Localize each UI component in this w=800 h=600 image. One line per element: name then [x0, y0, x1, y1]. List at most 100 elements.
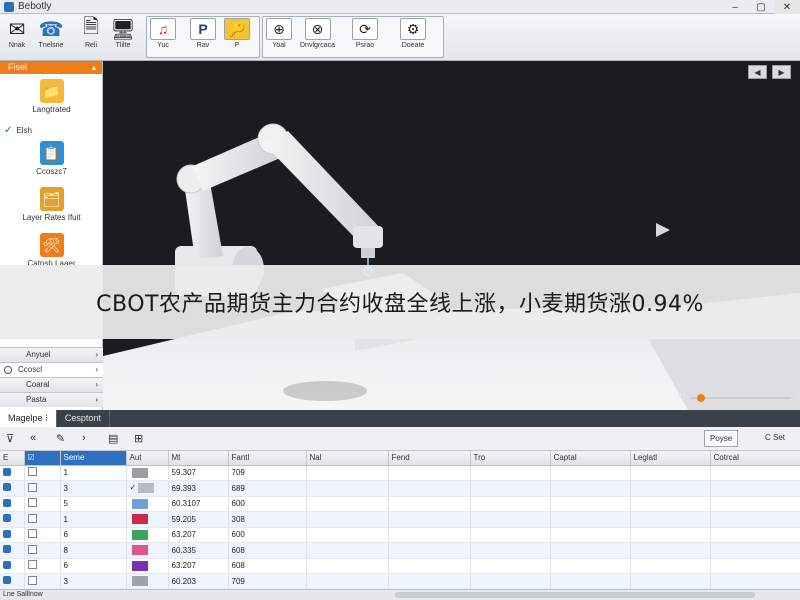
- table-row[interactable]: 3 ✓ 69.393 689: [0, 480, 800, 497]
- thumbnail-swatch: [131, 545, 148, 556]
- cell-id: 5: [60, 496, 127, 512]
- mail-icon: ✉: [8, 18, 26, 41]
- status-bar: Lne Salllnow: [0, 589, 800, 600]
- column-header[interactable]: Fend: [388, 451, 471, 466]
- status-text: Lne Salllnow: [3, 591, 43, 598]
- timeline-knob[interactable]: [697, 394, 705, 402]
- settings-icon: ⚙: [400, 18, 426, 40]
- row-checkbox[interactable]: [27, 467, 37, 477]
- app-logo-icon: [4, 1, 14, 12]
- toolbar-music-button[interactable]: ♫ Yuc: [150, 18, 176, 58]
- rewind-icon[interactable]: ⟲: [677, 392, 685, 403]
- toolbar-rotate-button[interactable]: ⟳ Psrao: [352, 18, 378, 58]
- column-header[interactable]: Nal: [306, 451, 389, 466]
- table-row[interactable]: 1 59.307 709: [0, 465, 800, 481]
- row-checkbox[interactable]: [27, 575, 37, 585]
- data-grid: E ☑ Seme Aut Mt Fantl Nal Fend Tro Capta…: [0, 451, 800, 589]
- pen-icon[interactable]: ✎: [56, 432, 65, 445]
- row-checkbox[interactable]: [27, 513, 37, 523]
- toolbar-settings-button[interactable]: ⚙ Doeate: [400, 18, 426, 58]
- row-checkbox[interactable]: [27, 560, 37, 570]
- table-row[interactable]: 8 60.335 608: [0, 542, 800, 559]
- row-checkbox[interactable]: [27, 482, 37, 492]
- accordion-anyuel[interactable]: Anyuel ›: [0, 347, 103, 362]
- tab-magelpe[interactable]: Magelpe ⁝: [0, 410, 57, 427]
- pin-icon: ⁝: [45, 413, 48, 423]
- column-header[interactable]: Tro: [470, 451, 551, 466]
- tab-cesptont[interactable]: Cesptont: [57, 410, 110, 427]
- set-button[interactable]: C Set: [760, 430, 790, 447]
- horizontal-scrollbar[interactable]: [395, 592, 755, 598]
- 3d-viewport[interactable]: ◀ ▶ ⟲ ›: [103, 61, 800, 410]
- chevron-right-icon: ›: [95, 365, 98, 374]
- column-header[interactable]: Captal: [550, 451, 631, 466]
- row-checkbox[interactable]: [27, 544, 37, 554]
- accordion-coaral[interactable]: Coaral ›: [0, 377, 103, 392]
- left-item-catnsh-laaer[interactable]: 🛠 Catnsh Laaer: [0, 233, 103, 268]
- list-icon[interactable]: ▤: [108, 432, 118, 445]
- column-header[interactable]: Cotrcal: [710, 451, 800, 466]
- accordion-pasta[interactable]: Pasta ›: [0, 392, 103, 407]
- toolbar-zoom-in-button[interactable]: ⊕ Yoal: [266, 18, 292, 58]
- pause-button[interactable]: Poyse: [704, 430, 739, 447]
- table-row[interactable]: 1 59.205 308: [0, 511, 800, 528]
- table-row[interactable]: 6 63.207 608: [0, 558, 800, 574]
- layers-icon: 🗂: [39, 187, 64, 211]
- column-header[interactable]: Mt: [168, 451, 229, 466]
- checked-item[interactable]: ✓ Elsh: [4, 125, 32, 136]
- wrench-icon: 🛠: [39, 233, 64, 257]
- row-type-icon: [3, 514, 11, 523]
- minimize-button[interactable]: –: [722, 0, 748, 14]
- cell-id: 6: [60, 558, 127, 574]
- toolbar-key-button[interactable]: 🔑 P: [224, 18, 250, 58]
- thumbnail-swatch: [131, 467, 148, 478]
- accordion-ccoscl[interactable]: Ccoscl ›: [0, 362, 103, 377]
- column-header[interactable]: ☑: [24, 451, 61, 466]
- column-header[interactable]: Seme: [60, 451, 127, 466]
- viewport-prev-button[interactable]: ◀: [748, 65, 767, 79]
- column-header[interactable]: Fantl: [228, 451, 307, 466]
- timeline-scrubber[interactable]: ⟲ ›: [675, 392, 800, 404]
- row-type-icon: [3, 498, 11, 507]
- forward-icon[interactable]: ›: [797, 392, 800, 403]
- toolbar-zoom-fit-button[interactable]: ⊗ Dnvlgrcaca: [300, 18, 335, 58]
- left-item-clipboard[interactable]: 📋 Ccoszc7: [0, 141, 103, 176]
- chevron-right-icon: ›: [95, 350, 98, 359]
- viewport-next-button[interactable]: ▶: [772, 65, 791, 79]
- row-type-icon: [3, 545, 11, 554]
- row-checkbox[interactable]: [27, 529, 37, 539]
- play-icon[interactable]: [656, 223, 670, 237]
- table-row[interactable]: 5 60.3107 600: [0, 496, 800, 512]
- filter-icon[interactable]: ⊽: [6, 432, 14, 445]
- robot-upper-arm: [263, 131, 383, 241]
- music-note-icon: ♫: [150, 18, 176, 40]
- clipboard-icon: 📋: [39, 141, 64, 165]
- back-icon[interactable]: «: [30, 432, 36, 444]
- table-row[interactable]: 3 60.203 709: [0, 573, 800, 589]
- chevron-up-icon: ▴: [91, 63, 96, 72]
- column-header[interactable]: Leglatl: [630, 451, 711, 466]
- maximize-button[interactable]: ▢: [748, 0, 774, 14]
- table-row[interactable]: 6 63.207 600: [0, 527, 800, 543]
- toolbar-pointer-button[interactable]: P Rav: [190, 18, 216, 58]
- panel-header[interactable]: Fisel ▴: [0, 61, 102, 74]
- forward-icon[interactable]: ›: [82, 432, 86, 444]
- grid-icon[interactable]: ⊞: [134, 432, 143, 445]
- left-item-langtrated[interactable]: 📁 Langtrated: [0, 79, 103, 114]
- toolbar-mail-button[interactable]: ✉ Nnak: [4, 18, 30, 58]
- left-item-layer-rates[interactable]: 🗂 Layer Rates Ifuit: [0, 187, 103, 222]
- headline-text: CBOT农产品期货主力合约收盘全线上涨，小麦期货涨0.94%: [96, 292, 704, 317]
- toolbar-monitor-button[interactable]: 🖥 Tlilte: [110, 18, 136, 58]
- rotate-icon: ⟳: [352, 18, 378, 40]
- cell-id: 8: [60, 542, 127, 559]
- toolbar-phone-button[interactable]: ☎ Tnelsne: [38, 18, 64, 58]
- row-checkbox[interactable]: [27, 498, 37, 508]
- column-header[interactable]: E: [0, 451, 25, 466]
- cell-mt: 59.307: [168, 465, 229, 481]
- cell-value: 600: [228, 496, 307, 512]
- cell-id: 6: [60, 527, 127, 543]
- column-header[interactable]: Aut: [126, 451, 169, 466]
- toolbar-document-button[interactable]: 🗎 Reli: [78, 16, 104, 58]
- chevron-right-icon: ›: [95, 395, 98, 404]
- close-button[interactable]: ✕: [774, 0, 800, 14]
